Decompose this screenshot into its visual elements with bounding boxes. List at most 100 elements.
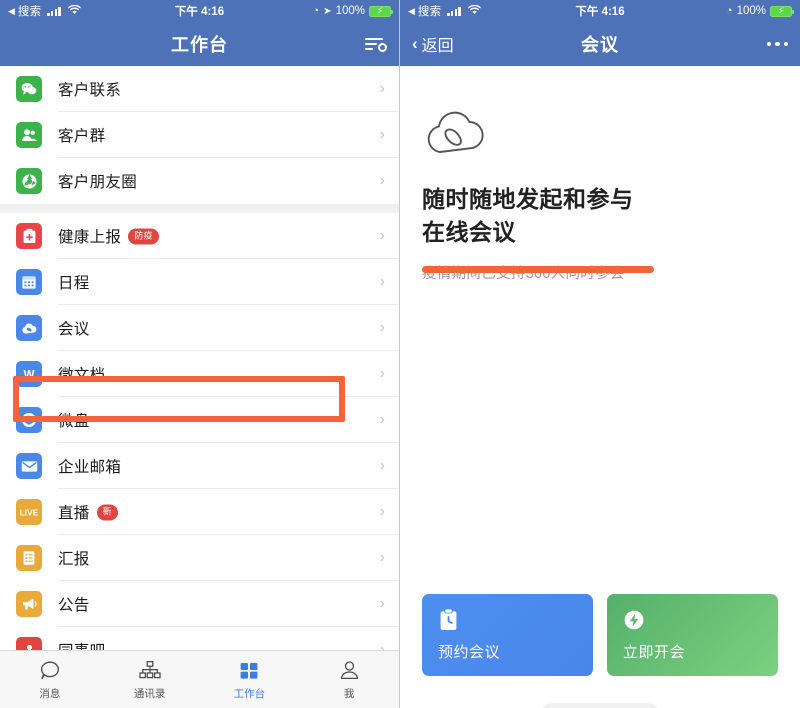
chevron-right-icon: › <box>379 411 385 428</box>
chevron-right-icon: › <box>379 227 385 244</box>
tab-label: 通讯录 <box>133 688 166 700</box>
list-item-label: 公告 <box>58 597 90 614</box>
carrier-label: 搜索 <box>17 6 42 18</box>
dual-screenshot-container: ◀ 搜索 下午 4:16 ◔ ➤ 100% ⚡ 工作台 客户联系 › 客户群 ›… <box>0 0 800 708</box>
chevron-right-icon: › <box>379 549 385 566</box>
bottom-tab-bar[interactable]: 消息 通讯录 工作台 我 <box>0 650 399 708</box>
mail-envelope-icon <box>16 453 42 479</box>
app-group-customer: 客户联系 › 客户群 › 客户朋友圈 › <box>0 66 399 204</box>
alarm-icon: ◔ <box>725 5 733 17</box>
list-item-label: 客户朋友圈 <box>58 174 138 191</box>
right-nav-bar: ‹ 返回 会议 <box>400 22 800 66</box>
list-item-label: 日程 <box>58 275 90 292</box>
list-item-label: 会议 <box>58 321 90 338</box>
announcement-megaphone-icon <box>16 591 42 617</box>
signal-bars-icon <box>47 6 61 16</box>
meeting-cloud-icon <box>16 315 42 341</box>
document-w-icon: W <box>16 361 42 387</box>
right-phone-screen: ◀ 搜索 下午 4:16 ◔ 100% ⚡ ‹ 返回 会议 随时随地发起和参与 … <box>400 0 800 708</box>
list-item-meeting[interactable]: 会议 › <box>0 305 399 351</box>
grid-squares-icon <box>238 658 260 682</box>
meeting-page-content: 随时随地发起和参与 在线会议 疫情期间已支持300人同时参会 预约会议 立即开会 <box>400 66 800 708</box>
list-item-wedrive[interactable]: 微盘 › <box>0 397 399 443</box>
subtitle-underline-annotation <box>422 265 654 273</box>
schedule-meeting-button[interactable]: 预约会议 <box>422 594 593 676</box>
back-label: 返回 <box>421 38 454 55</box>
chevron-right-icon: › <box>379 126 385 143</box>
list-item-label: 汇报 <box>58 551 90 568</box>
chevron-right-icon: › <box>379 273 385 290</box>
list-item-schedule[interactable]: 日程 › <box>0 259 399 305</box>
battery-charging-icon: ⚡ <box>369 5 393 17</box>
list-item-label: 微盘 <box>58 413 90 430</box>
status-badge: 防疫 <box>128 228 159 245</box>
manage-settings-button[interactable] <box>365 36 387 52</box>
list-item-report[interactable]: 汇报 › <box>0 535 399 581</box>
battery-charging-icon: ⚡ <box>770 5 794 17</box>
chat-bubble-icon <box>39 658 61 682</box>
start-meeting-button[interactable]: 立即开会 <box>607 594 778 676</box>
more-options-button[interactable] <box>766 41 788 47</box>
chevron-right-icon: › <box>379 172 385 189</box>
status-right-group: ◔ ➤ 100% ⚡ <box>312 5 393 17</box>
live-icon: LIVE <box>16 499 42 525</box>
tab-profile[interactable]: 我 <box>299 658 399 701</box>
carrier-label: 搜索 <box>417 6 442 18</box>
list-item-wedoc[interactable]: W 微文档 › <box>0 351 399 397</box>
status-badge: 新 <box>96 504 118 521</box>
calendar-icon <box>16 269 42 295</box>
battery-percent-label: 100% <box>335 5 365 17</box>
person-icon <box>339 658 360 682</box>
list-item-customer-contact[interactable]: 客户联系 › <box>0 66 399 112</box>
workbench-app-list[interactable]: 客户联系 › 客户群 › 客户朋友圈 › 健康上报 防疫 › 日程 › 会议 ›… <box>0 66 399 708</box>
back-button[interactable]: ‹ 返回 <box>412 32 454 56</box>
tab-contacts[interactable]: 通讯录 <box>100 658 200 701</box>
list-item-label: 客户联系 <box>58 82 122 99</box>
hero-title: 随时随地发起和参与 在线会议 <box>422 183 712 250</box>
tab-label: 消息 <box>39 688 61 700</box>
org-tree-icon <box>138 658 162 682</box>
wifi-icon <box>67 4 81 17</box>
list-item-label: 健康上报 防疫 <box>58 225 159 247</box>
list-item-live[interactable]: LIVE 直播 新 › <box>0 489 399 535</box>
list-item-enterprise-mail[interactable]: 企业邮箱 › <box>0 443 399 489</box>
view-all-wrapper: 查看全部会议 › <box>400 703 800 708</box>
location-arrow-icon: ➤ <box>323 5 332 17</box>
moments-camera-icon <box>16 168 42 194</box>
svg-text:W: W <box>24 370 35 381</box>
signal-bars-icon <box>447 6 461 16</box>
tab-label: 我 <box>343 688 355 700</box>
tab-messages[interactable]: 消息 <box>0 658 100 701</box>
left-phone-screen: ◀ 搜索 下午 4:16 ◔ ➤ 100% ⚡ 工作台 客户联系 › 客户群 ›… <box>0 0 400 708</box>
report-doc-icon <box>16 545 42 571</box>
hero-title-line1: 随时随地发起和参与 <box>422 186 634 212</box>
wifi-icon <box>467 4 481 17</box>
list-item-customer-group[interactable]: 客户群 › <box>0 112 399 158</box>
view-all-meetings-button[interactable]: 查看全部会议 › <box>536 703 664 708</box>
status-right-group: ◔ 100% ⚡ <box>725 5 794 17</box>
lightning-bolt-icon <box>623 608 762 632</box>
list-item-health-report[interactable]: 健康上报 防疫 › <box>0 213 399 259</box>
chevron-right-icon: › <box>379 319 385 336</box>
page-title: 工作台 <box>171 35 228 55</box>
hero-title-line2: 在线会议 <box>422 219 516 246</box>
list-item-announcement[interactable]: 公告 › <box>0 581 399 627</box>
app-group-tools: 健康上报 防疫 › 日程 › 会议 › W 微文档 › 微盘 › 企业邮箱 › … <box>0 213 399 673</box>
health-report-icon <box>16 223 42 249</box>
group-divider <box>0 204 399 213</box>
tab-workbench[interactable]: 工作台 <box>200 658 300 701</box>
battery-percent-label: 100% <box>736 5 766 17</box>
manage-settings-icon <box>365 36 387 52</box>
clipboard-clock-icon <box>438 608 577 632</box>
back-caret-icon: ◀ <box>8 5 15 16</box>
left-status-bar: ◀ 搜索 下午 4:16 ◔ ➤ 100% ⚡ <box>0 0 399 22</box>
cloud-phone-icon <box>422 66 778 161</box>
list-item-customer-moments[interactable]: 客户朋友圈 › <box>0 158 399 204</box>
list-item-label: 客户群 <box>58 128 106 145</box>
chevron-right-icon: › <box>379 457 385 474</box>
list-item-label: 企业邮箱 <box>58 459 122 476</box>
action-label: 立即开会 <box>623 644 686 661</box>
list-item-label: 微文档 <box>58 367 106 384</box>
drive-box-icon <box>16 407 42 433</box>
alarm-icon: ◔ <box>312 5 320 17</box>
